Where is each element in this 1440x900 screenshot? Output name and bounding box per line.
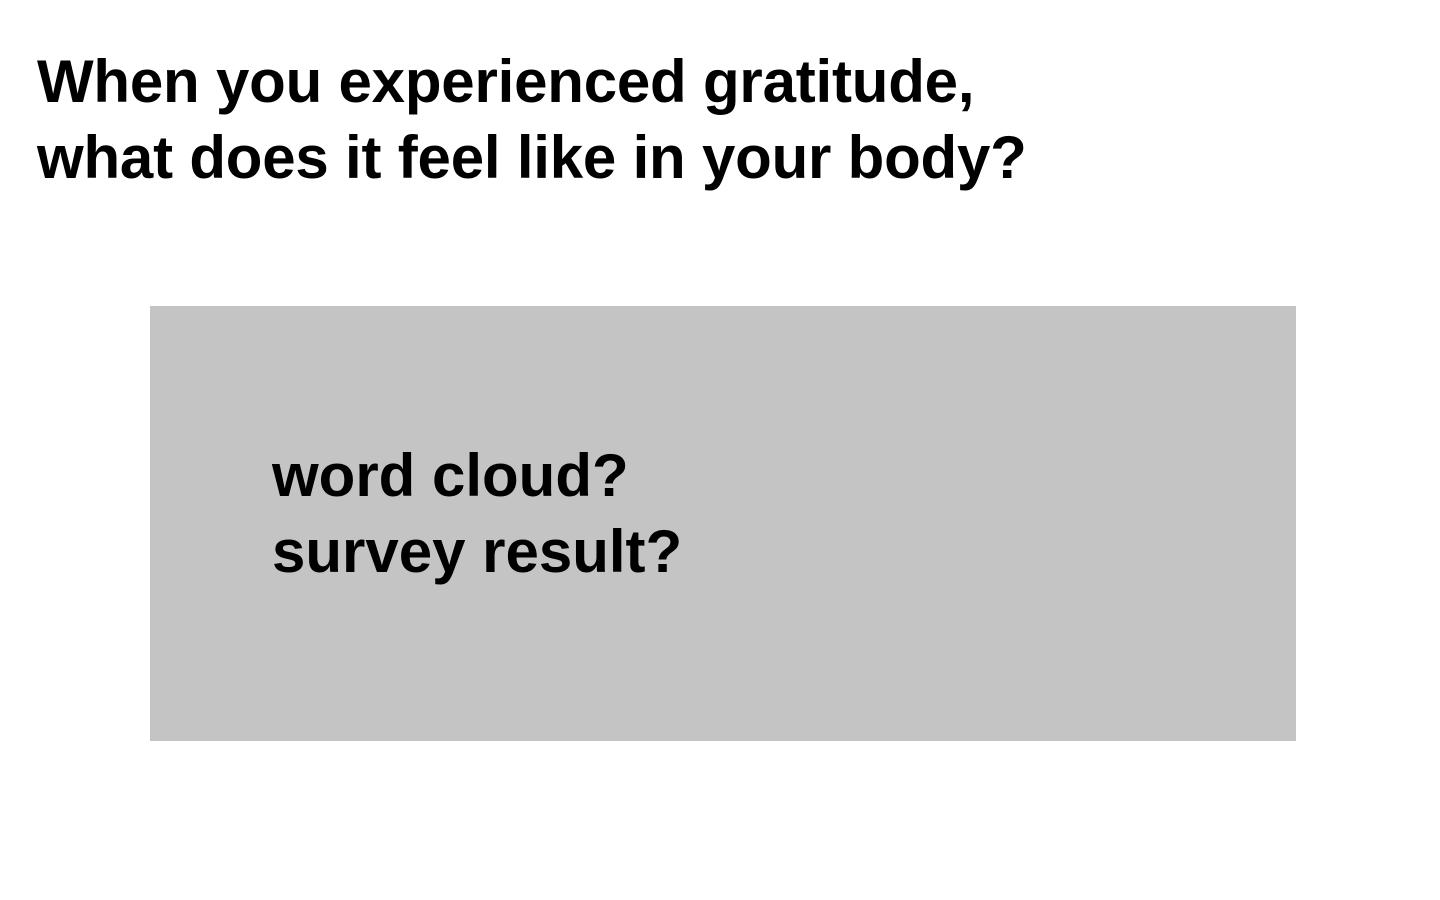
placeholder-line-survey-result: survey result?: [272, 518, 683, 585]
placeholder-line-word-cloud: word cloud?: [272, 442, 629, 509]
question-title-line-2: what does it feel like in your body?: [37, 124, 1027, 191]
placeholder-box: word cloud? survey result?: [150, 306, 1296, 741]
question-title-line-1: When you experienced gratitude,: [37, 48, 975, 115]
placeholder-text: word cloud? survey result?: [272, 438, 682, 590]
question-title: When you experienced gratitude, what doe…: [37, 44, 1027, 196]
